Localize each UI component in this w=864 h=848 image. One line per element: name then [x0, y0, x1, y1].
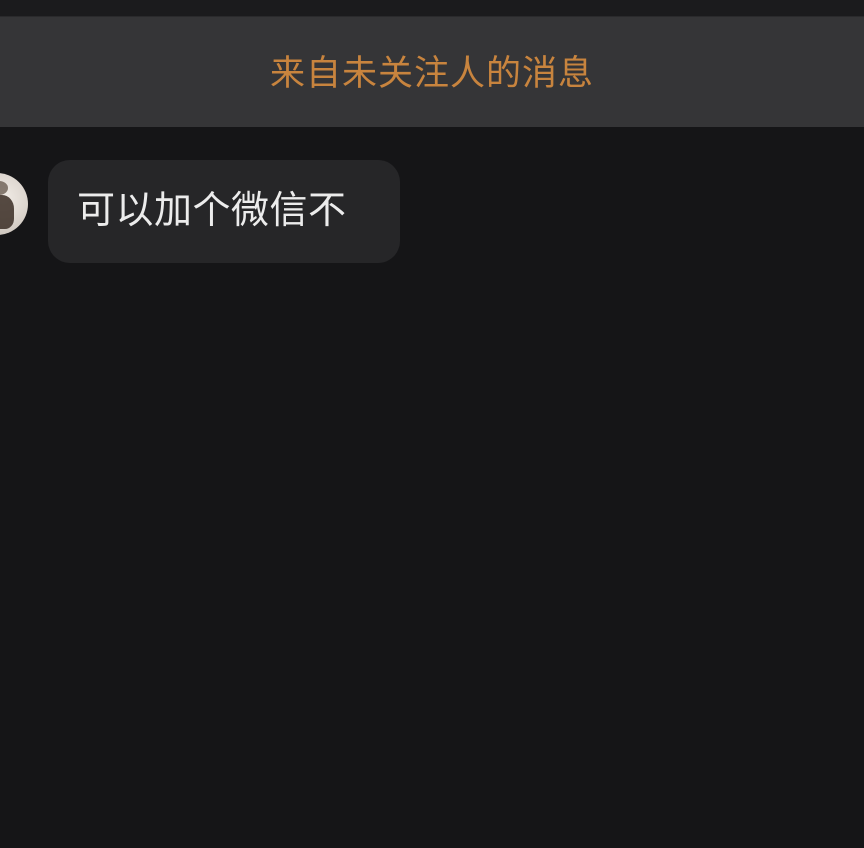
- message-row: 可以加个微信不: [0, 160, 864, 264]
- banner-text: 来自未关注人的消息: [269, 53, 594, 94]
- chat-area[interactable]: 可以加个微信不: [0, 127, 864, 848]
- message-bubble[interactable]: 可以加个微信不: [48, 160, 400, 263]
- message-text: 可以加个微信不: [77, 188, 347, 232]
- stranger-message-banner: 来自未关注人的消息: [0, 17, 864, 127]
- avatar[interactable]: [0, 173, 28, 235]
- status-strip: [0, 0, 864, 17]
